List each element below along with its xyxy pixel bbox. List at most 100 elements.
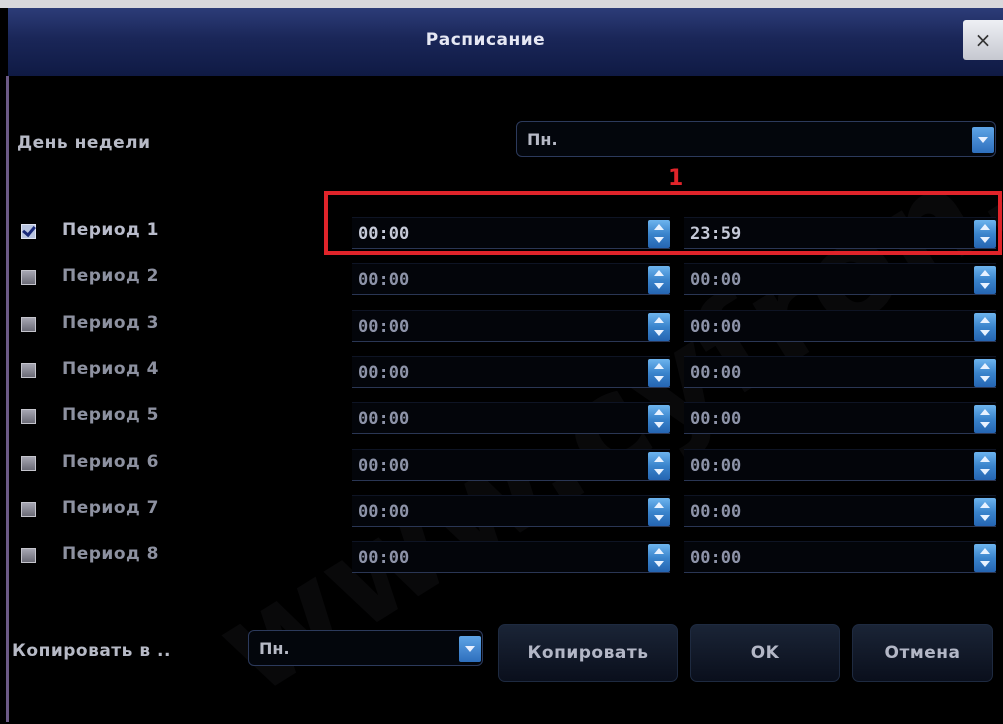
period-start-time-input[interactable]: 00:00 [352, 495, 670, 527]
period-start-time-input[interactable]: 00:00 [352, 263, 670, 295]
day-of-week-select[interactable]: Пн. [516, 121, 996, 157]
period-checkbox[interactable] [21, 456, 36, 471]
chevron-down-icon[interactable] [980, 376, 990, 382]
time-value: 00:00 [358, 409, 410, 429]
window-title: Расписание [425, 30, 546, 50]
chevron-up-icon[interactable] [654, 363, 664, 369]
chevron-down-icon[interactable] [980, 515, 990, 521]
title-bar: Расписание × [8, 8, 1003, 76]
period-label: Период 4 [62, 359, 159, 379]
chevron-up-icon[interactable] [654, 548, 664, 554]
chevron-up-icon[interactable] [980, 409, 990, 415]
spinner-icon[interactable] [648, 313, 670, 341]
period-start-time-input[interactable]: 00:00 [352, 449, 670, 481]
period-label: Период 5 [62, 405, 159, 425]
period-end-time-input[interactable]: 00:00 [684, 356, 996, 388]
chevron-up-icon[interactable] [980, 363, 990, 369]
time-value: 00:00 [690, 317, 742, 337]
period-start-time-input[interactable]: 00:00 [352, 356, 670, 388]
period-label: Период 2 [62, 266, 159, 286]
chevron-up-icon[interactable] [654, 456, 664, 462]
copy-button[interactable]: Копировать [498, 624, 678, 682]
chevron-down-icon[interactable] [654, 515, 664, 521]
time-value: 00:00 [358, 317, 410, 337]
period-end-time-input[interactable]: 00:00 [684, 263, 996, 295]
chevron-down-icon[interactable] [980, 422, 990, 428]
chevron-down-icon[interactable] [654, 330, 664, 336]
period-checkbox[interactable] [21, 548, 36, 563]
copy-to-label: Копировать в .. [12, 641, 171, 661]
day-of-week-label: День недели [17, 133, 151, 153]
period-checkbox[interactable] [21, 222, 36, 239]
cancel-button[interactable]: Отмена [852, 624, 993, 682]
day-of-week-value: Пн. [527, 130, 558, 149]
chevron-down-icon[interactable] [980, 283, 990, 289]
spinner-icon[interactable] [648, 544, 670, 572]
period-checkbox[interactable] [21, 317, 36, 332]
time-value: 00:00 [690, 502, 742, 522]
chevron-down-icon[interactable] [654, 422, 664, 428]
close-icon: × [974, 28, 992, 52]
chevron-up-icon[interactable] [980, 317, 990, 323]
highlight-box [324, 191, 1002, 255]
time-value: 00:00 [690, 409, 742, 429]
period-start-time-input[interactable]: 00:00 [352, 541, 670, 573]
window-frame [0, 0, 1003, 8]
spinner-icon[interactable] [648, 452, 670, 480]
time-value: 00:00 [358, 363, 410, 383]
chevron-down-icon[interactable] [980, 561, 990, 567]
period-end-time-input[interactable]: 00:00 [684, 310, 996, 342]
chevron-up-icon[interactable] [654, 502, 664, 508]
chevron-down-icon[interactable] [654, 561, 664, 567]
time-value: 00:00 [358, 270, 410, 290]
spinner-icon[interactable] [974, 498, 996, 526]
time-value: 00:00 [358, 502, 410, 522]
period-label: Период 3 [62, 313, 159, 333]
period-checkbox[interactable] [21, 270, 36, 285]
spinner-icon[interactable] [648, 405, 670, 433]
ok-button[interactable]: OK [690, 624, 840, 682]
chevron-up-icon[interactable] [980, 502, 990, 508]
spinner-icon[interactable] [648, 498, 670, 526]
period-end-time-input[interactable]: 00:00 [684, 402, 996, 434]
period-checkbox[interactable] [21, 363, 36, 378]
spinner-icon[interactable] [974, 266, 996, 294]
period-checkbox[interactable] [21, 409, 36, 424]
chevron-down-icon[interactable] [654, 376, 664, 382]
period-checkbox[interactable] [21, 502, 36, 517]
copy-to-select[interactable]: Пн. [248, 630, 483, 666]
copy-to-value: Пн. [259, 639, 290, 658]
chevron-down-icon[interactable] [654, 283, 664, 289]
spinner-icon[interactable] [648, 359, 670, 387]
period-label: Период 1 [62, 220, 159, 240]
spinner-icon[interactable] [974, 405, 996, 433]
spinner-icon[interactable] [974, 544, 996, 572]
chevron-up-icon[interactable] [654, 270, 664, 276]
spinner-icon[interactable] [648, 266, 670, 294]
close-button[interactable]: × [963, 20, 1003, 60]
chevron-up-icon[interactable] [980, 456, 990, 462]
chevron-up-icon[interactable] [654, 409, 664, 415]
chevron-down-icon[interactable] [980, 330, 990, 336]
period-label: Период 6 [62, 452, 159, 472]
chevron-down-icon[interactable] [980, 469, 990, 475]
period-end-time-input[interactable]: 00:00 [684, 495, 996, 527]
chevron-down-icon[interactable] [972, 127, 994, 153]
spinner-icon[interactable] [974, 313, 996, 341]
chevron-up-icon[interactable] [980, 548, 990, 554]
time-value: 00:00 [690, 270, 742, 290]
period-end-time-input[interactable]: 00:00 [684, 541, 996, 573]
chevron-down-icon[interactable] [654, 469, 664, 475]
chevron-up-icon[interactable] [980, 270, 990, 276]
period-start-time-input[interactable]: 00:00 [352, 402, 670, 434]
time-value: 00:00 [690, 548, 742, 568]
spinner-icon[interactable] [974, 359, 996, 387]
check-icon [22, 222, 36, 238]
chevron-down-icon[interactable] [459, 636, 481, 662]
annotation-marker: 1 [668, 166, 684, 191]
period-start-time-input[interactable]: 00:00 [352, 310, 670, 342]
spinner-icon[interactable] [974, 452, 996, 480]
period-end-time-input[interactable]: 00:00 [684, 449, 996, 481]
time-value: 00:00 [690, 456, 742, 476]
chevron-up-icon[interactable] [654, 317, 664, 323]
